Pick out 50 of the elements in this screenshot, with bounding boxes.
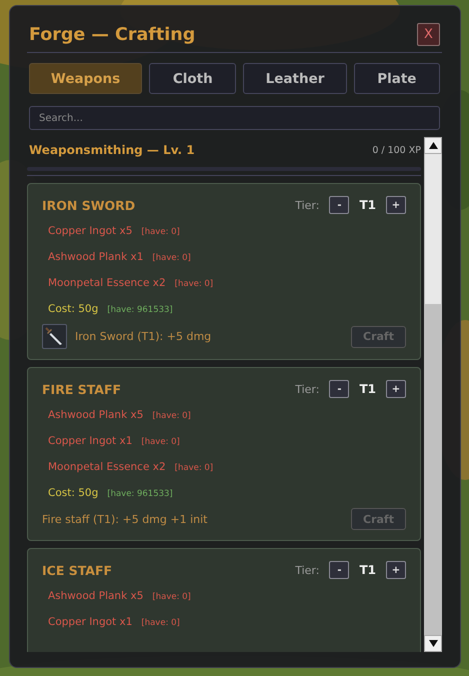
material-text: Moonpetal Essence x2 bbox=[48, 460, 166, 475]
owned-count: [have: 961533] bbox=[107, 304, 173, 317]
tier-label: Tier: bbox=[295, 198, 320, 212]
tab[interactable]: Cloth bbox=[149, 63, 236, 94]
decrease-button[interactable]: - bbox=[329, 561, 350, 579]
material-text: Moonpetal Essence x2 bbox=[48, 276, 166, 291]
item-description: Iron Sword (T1): +5 dmg bbox=[75, 330, 212, 343]
scrollbar[interactable] bbox=[424, 137, 442, 652]
material-text: Ashwood Plank x5 bbox=[48, 589, 144, 604]
material-text: Copper Ingot x1 bbox=[48, 615, 132, 630]
owned-count: [have: 0] bbox=[141, 436, 180, 449]
tier-value: T1 bbox=[359, 563, 376, 577]
skill-title: Weaponsmithing — Lv. 1 bbox=[29, 143, 195, 157]
window-title: Forge — Crafting bbox=[29, 24, 196, 44]
cost-text: Cost: 50g bbox=[48, 486, 98, 501]
close-button[interactable]: X bbox=[417, 23, 440, 46]
sword-icon bbox=[42, 324, 67, 349]
owned-count: [have: 0] bbox=[152, 252, 191, 265]
tab[interactable]: Leather bbox=[243, 63, 347, 94]
owned-count: [have: 0] bbox=[152, 410, 191, 423]
owned-count: [have: 0] bbox=[141, 617, 180, 630]
recipe-title: FIRE STAFF bbox=[42, 382, 122, 396]
increase-button[interactable]: + bbox=[386, 380, 406, 398]
tier-value: T1 bbox=[359, 198, 376, 212]
item-description: Fire staff (T1): +5 dmg +1 init bbox=[42, 512, 208, 526]
recipe-title: IRON SWORD bbox=[42, 198, 136, 212]
decrease-button[interactable]: - bbox=[329, 380, 350, 398]
owned-count: [have: 0] bbox=[174, 462, 214, 475]
tab[interactable]: Plate bbox=[354, 63, 440, 94]
material-text: Ashwood Plank x1 bbox=[48, 250, 144, 265]
cost-text: Cost: 50g bbox=[48, 302, 98, 317]
search-field[interactable]: Search... bbox=[29, 106, 440, 130]
scroll-up-icon[interactable] bbox=[428, 142, 438, 149]
recipe-title: ICE STAFF bbox=[42, 562, 112, 578]
owned-count: [have: 961533] bbox=[107, 488, 173, 501]
tier-value: T1 bbox=[359, 382, 376, 396]
tier-label: Tier: bbox=[295, 382, 320, 396]
tab[interactable]: Weapons bbox=[29, 63, 142, 94]
increase-button[interactable]: + bbox=[386, 196, 406, 214]
material-text: Copper Ingot x5 bbox=[48, 224, 132, 239]
xp-counter: 0 / 100 XP bbox=[372, 144, 421, 156]
decrease-button[interactable]: - bbox=[329, 196, 350, 214]
increase-button[interactable]: + bbox=[386, 561, 406, 579]
scroll-down-icon[interactable] bbox=[428, 640, 438, 647]
tier-label: Tier: bbox=[295, 564, 320, 576]
material-text: Copper Ingot x1 bbox=[48, 434, 132, 449]
owned-count: [have: 0] bbox=[174, 278, 214, 291]
owned-count: [have: 0] bbox=[141, 226, 180, 239]
material-text: Ashwood Plank x5 bbox=[48, 408, 144, 423]
owned-count: [have: 0] bbox=[152, 591, 191, 604]
